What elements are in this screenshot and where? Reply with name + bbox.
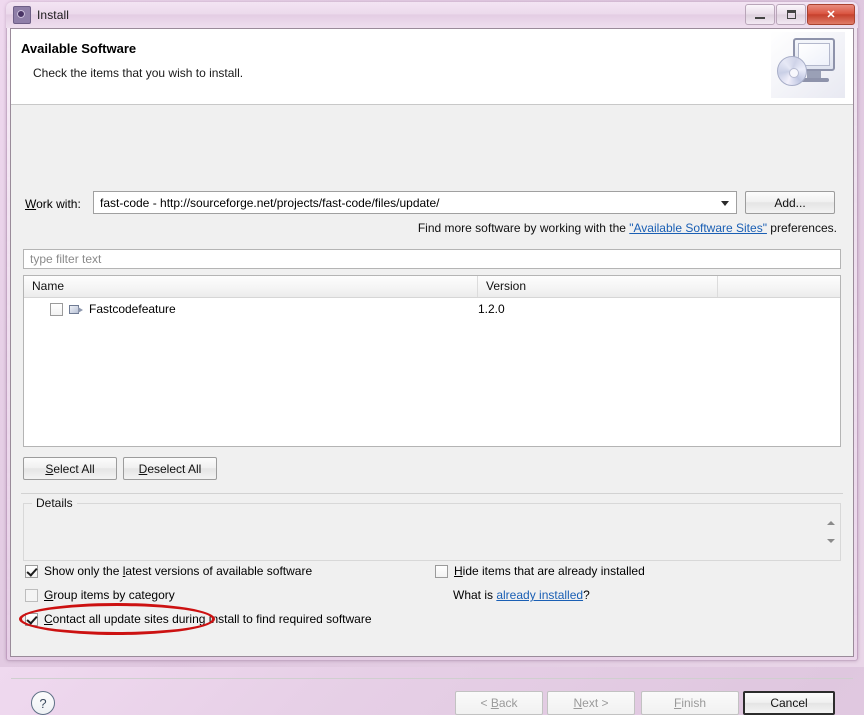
next-button[interactable]: Next > bbox=[547, 691, 635, 715]
chevron-down-icon[interactable] bbox=[721, 201, 729, 206]
details-spinner[interactable] bbox=[825, 521, 836, 543]
deselect-all-button[interactable]: Deselect All bbox=[123, 457, 217, 480]
what-is-already-installed-text: What is already installed? bbox=[453, 588, 590, 602]
column-header-version[interactable]: Version bbox=[478, 276, 718, 297]
window-controls: ✕ bbox=[745, 4, 855, 25]
feature-icon bbox=[69, 303, 84, 316]
available-software-table[interactable]: Name Version Fastcodefeature 1.2.0 bbox=[23, 275, 841, 447]
contact-all-sites-checkbox[interactable] bbox=[25, 613, 38, 626]
column-header-extra[interactable] bbox=[718, 276, 840, 297]
maximize-button[interactable] bbox=[776, 4, 806, 25]
finish-button-label: Finish bbox=[674, 696, 706, 710]
option-group-by-category[interactable]: Group items by category bbox=[25, 588, 175, 602]
close-button[interactable]: ✕ bbox=[807, 4, 855, 25]
find-more-prefix: Find more software by working with the bbox=[418, 221, 629, 235]
install-gear-icon bbox=[13, 6, 31, 24]
find-more-software-text: Find more software by working with the "… bbox=[418, 221, 837, 235]
monitor-with-disc-icon bbox=[771, 32, 845, 98]
row-checkbox[interactable] bbox=[50, 303, 63, 316]
install-dialog-window: Install ✕ Available Software Check the i… bbox=[6, 2, 858, 661]
page-title: Available Software bbox=[21, 41, 136, 56]
find-more-suffix: preferences. bbox=[767, 221, 837, 235]
window-title: Install bbox=[37, 8, 69, 22]
hide-installed-checkbox[interactable] bbox=[435, 565, 448, 578]
page-subtitle: Check the items that you wish to install… bbox=[33, 66, 243, 80]
section-divider bbox=[21, 493, 843, 494]
option-contact-all-sites[interactable]: Contact all update sites during install … bbox=[25, 612, 372, 626]
row-name-label: Fastcodefeature bbox=[89, 302, 176, 316]
help-button[interactable]: ? bbox=[31, 691, 55, 715]
cell-name: Fastcodefeature bbox=[24, 302, 478, 316]
available-software-sites-link[interactable]: "Available Software Sites" bbox=[629, 221, 767, 235]
work-with-combo[interactable]: fast-code - http://sourceforge.net/proje… bbox=[93, 191, 737, 214]
show-latest-checkbox[interactable] bbox=[25, 565, 38, 578]
details-legend: Details bbox=[32, 496, 77, 510]
contact-all-sites-label: Contact all update sites during install … bbox=[44, 612, 372, 626]
dialog-client-area: Available Software Check the items that … bbox=[10, 28, 854, 657]
what-is-suffix: ? bbox=[583, 588, 590, 602]
work-with-label: Work with: bbox=[25, 197, 81, 211]
table-row[interactable]: Fastcodefeature 1.2.0 bbox=[24, 298, 840, 320]
group-by-category-checkbox[interactable] bbox=[25, 589, 38, 602]
filter-placeholder: type filter text bbox=[30, 252, 101, 266]
spinner-down-icon[interactable] bbox=[827, 539, 835, 543]
show-latest-label: Show only the latest versions of availab… bbox=[44, 564, 312, 578]
details-group: Details bbox=[23, 503, 841, 561]
column-header-name[interactable]: Name bbox=[24, 276, 478, 297]
feature-icon-arrow bbox=[78, 307, 83, 313]
already-installed-link[interactable]: already installed bbox=[496, 588, 583, 602]
deselect-all-label: Deselect All bbox=[139, 462, 202, 476]
back-button-label: < Back bbox=[480, 696, 517, 710]
hide-installed-label: Hide items that are already installed bbox=[454, 564, 645, 578]
spinner-up-icon[interactable] bbox=[827, 521, 835, 525]
minimize-button[interactable] bbox=[745, 4, 775, 25]
option-hide-installed[interactable]: Hide items that are already installed bbox=[435, 564, 645, 578]
next-button-label: Next > bbox=[573, 696, 608, 710]
title-bar[interactable]: Install ✕ bbox=[6, 2, 858, 28]
option-show-latest[interactable]: Show only the latest versions of availab… bbox=[25, 564, 312, 578]
table-header-row: Name Version bbox=[24, 276, 840, 298]
minimize-icon bbox=[755, 17, 765, 19]
cancel-button-label: Cancel bbox=[770, 696, 807, 710]
monitor-stand-icon bbox=[807, 71, 821, 78]
cell-version: 1.2.0 bbox=[478, 302, 718, 316]
select-all-label: Select All bbox=[45, 462, 94, 476]
finish-button[interactable]: Finish bbox=[641, 691, 739, 715]
cancel-button[interactable]: Cancel bbox=[743, 691, 835, 715]
work-with-row: Work with: fast-code - http://sourceforg… bbox=[11, 191, 853, 219]
footer-divider bbox=[11, 678, 853, 679]
select-all-button[interactable]: Select All bbox=[23, 457, 117, 480]
back-button[interactable]: < Back bbox=[455, 691, 543, 715]
what-is-prefix: What is bbox=[453, 588, 496, 602]
disc-icon bbox=[777, 56, 807, 86]
work-with-value: fast-code - http://sourceforge.net/proje… bbox=[94, 196, 440, 210]
maximize-icon bbox=[787, 10, 796, 19]
add-button-label: Add... bbox=[774, 196, 805, 210]
group-by-category-label: Group items by category bbox=[44, 588, 175, 602]
filter-input[interactable]: type filter text bbox=[23, 249, 841, 269]
add-site-button[interactable]: Add... bbox=[745, 191, 835, 214]
wizard-header: Available Software Check the items that … bbox=[11, 29, 853, 105]
